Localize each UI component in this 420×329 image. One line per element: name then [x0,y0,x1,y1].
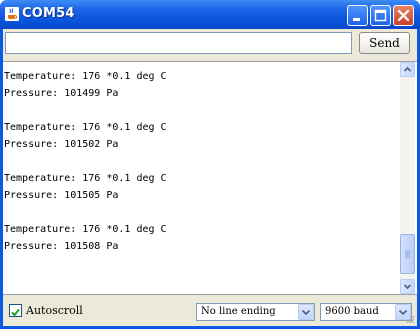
close-icon [397,9,410,22]
chevron-up-icon [403,66,412,72]
send-input[interactable] [5,32,352,54]
close-button[interactable] [393,5,414,26]
resize-grip-icon[interactable] [405,314,415,324]
output-line: Temperature: 176 *0.1 deg C [4,173,167,184]
autoscroll-label[interactable]: Autoscroll [26,304,83,317]
baud-rate-select[interactable]: 9600 baud [320,303,412,321]
maximize-button[interactable] [370,5,391,26]
grip-icon [405,250,410,258]
window-client-area: Send Temperature: 176 *0.1 deg C Pressur… [3,29,417,326]
chevron-down-icon [403,284,412,290]
output-line: Temperature: 176 *0.1 deg C [4,71,167,82]
scroll-thumb[interactable] [400,234,415,274]
output-line: Pressure: 101508 Pa [4,241,119,252]
title-bar[interactable]: COM54 [0,0,420,29]
vertical-scrollbar[interactable] [400,62,415,294]
minimize-icon [353,18,360,21]
output-line: Temperature: 176 *0.1 deg C [4,224,167,235]
serial-output-text: Temperature: 176 *0.1 deg C Pressure: 10… [4,62,399,294]
minimize-button[interactable] [347,5,368,26]
maximize-icon [374,9,387,22]
output-line: Pressure: 101499 Pa [4,88,119,99]
window-title: COM54 [22,6,75,21]
status-bar: Autoscroll No line ending 9600 baud [3,297,417,326]
scroll-down-button[interactable] [400,279,415,294]
output-line: Pressure: 101502 Pa [4,139,119,150]
serial-monitor-window: COM54 Send Temperature: 176 *0.1 deg C P… [0,0,420,329]
output-line: Pressure: 101505 Pa [4,190,119,201]
serial-output-area[interactable]: Temperature: 176 *0.1 deg C Pressure: 10… [3,61,417,295]
java-cup-icon [5,7,19,21]
checkmark-icon [11,308,20,317]
output-line: Temperature: 176 *0.1 deg C [4,122,167,133]
line-ending-select[interactable]: No line ending [196,303,315,321]
chevron-down-icon [301,309,311,316]
line-ending-value: No line ending [201,306,276,317]
baud-rate-value: 9600 baud [325,306,379,317]
send-button[interactable]: Send [359,32,410,54]
autoscroll-checkbox[interactable] [9,304,22,317]
scroll-up-button[interactable] [400,62,415,77]
line-ending-dropdown-button[interactable] [298,304,314,320]
